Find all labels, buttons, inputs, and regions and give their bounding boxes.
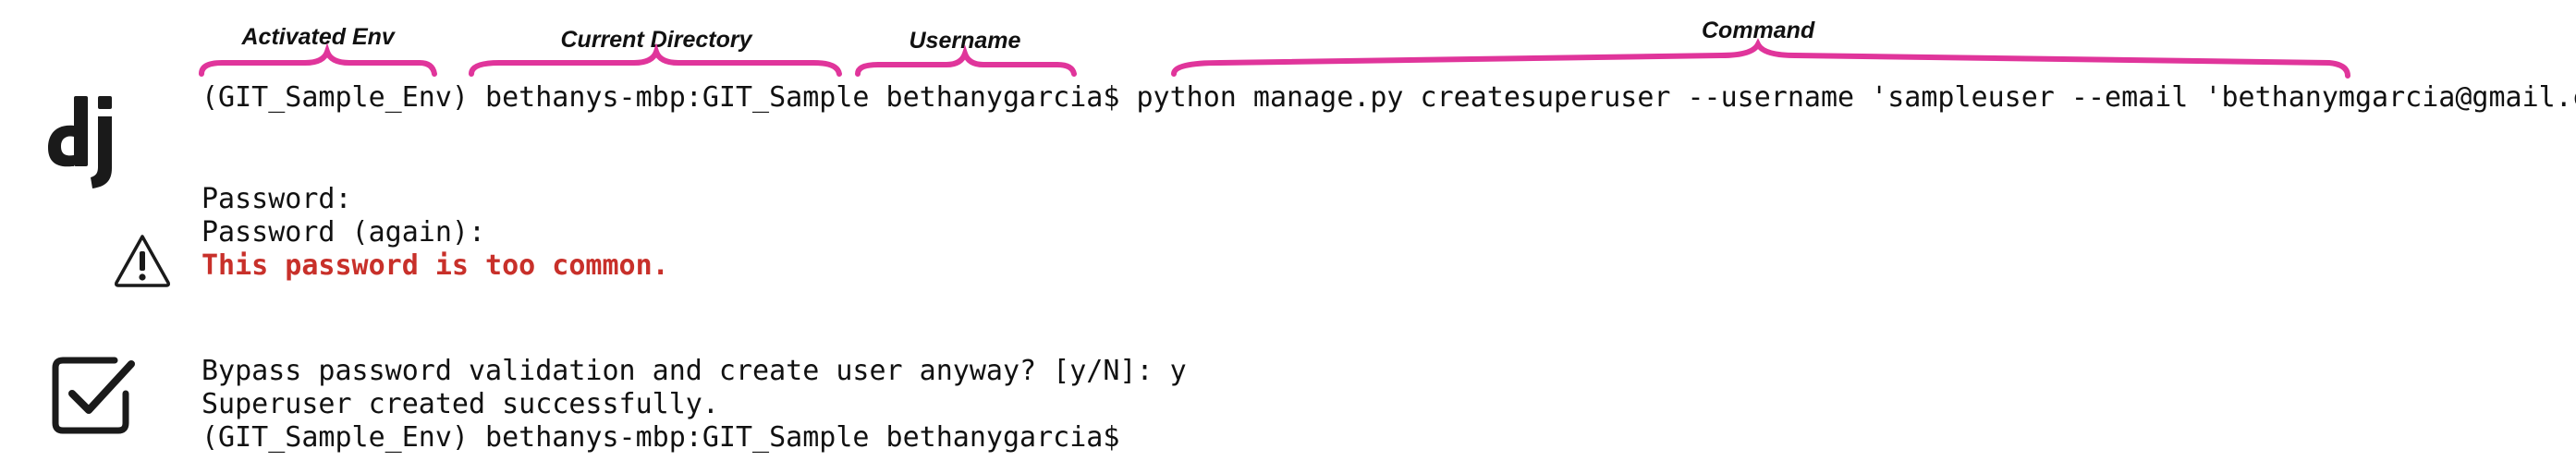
brace-activated-env bbox=[199, 42, 437, 77]
terminal-command-line: (GIT_Sample_Env) bethanys-mbp:GIT_Sample… bbox=[201, 81, 2576, 114]
final-prompt[interactable]: (GIT_Sample_Env) bethanys-mbp:GIT_Sample… bbox=[201, 421, 1119, 454]
bypass-prompt: Bypass password validation and create us… bbox=[201, 355, 1187, 387]
prompt-host-dir: bethanys-mbp:GIT_Sample bbox=[485, 81, 870, 114]
success-message: Superuser created successfully. bbox=[201, 388, 719, 420]
prompt-user: bethanygarcia$ bbox=[885, 81, 1120, 114]
warning-icon bbox=[113, 231, 172, 290]
brace-username bbox=[855, 44, 1077, 77]
brace-current-directory bbox=[469, 42, 842, 77]
checkbox-checked-icon bbox=[50, 351, 135, 436]
command-text: python manage.py createsuperuser --usern… bbox=[1136, 81, 2576, 114]
password-again-prompt: Password (again): bbox=[201, 216, 486, 249]
django-logo-icon bbox=[44, 89, 129, 190]
prompt-env: (GIT_Sample_Env) bbox=[201, 81, 469, 114]
error-message: This password is too common. bbox=[201, 249, 669, 282]
password-prompt: Password: bbox=[201, 183, 352, 215]
brace-command bbox=[1171, 38, 2350, 79]
